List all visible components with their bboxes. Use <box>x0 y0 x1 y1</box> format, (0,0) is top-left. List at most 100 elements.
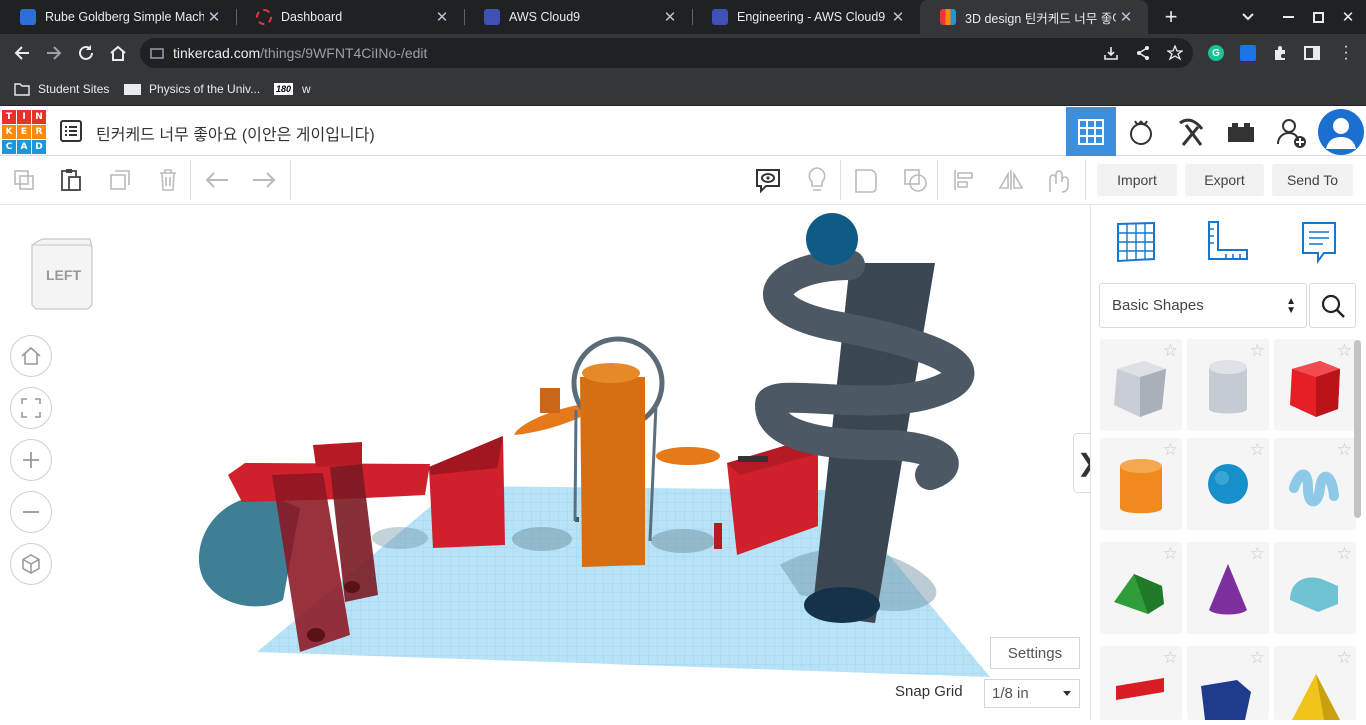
shape-cylinder[interactable]: ☆ <box>1100 438 1182 530</box>
shape-search-button[interactable] <box>1309 283 1356 328</box>
extensions-menu-button[interactable] <box>1265 34 1295 72</box>
invite-user-button[interactable] <box>1266 107 1316 156</box>
duplicate-button[interactable] <box>104 164 136 196</box>
orange-disc-shape[interactable] <box>656 447 720 465</box>
shape-box-hole[interactable]: ☆ <box>1100 339 1182 431</box>
bookmark-w[interactable]: 180 w <box>274 72 311 106</box>
ungroup-button[interactable] <box>899 164 931 196</box>
copy-button[interactable] <box>8 164 40 196</box>
design-title[interactable]: 틴커케드 너무 좋아요 (이안은 게이입니다) <box>96 121 375 145</box>
bookmark-star-icon[interactable] <box>1167 45 1183 61</box>
blue-ball-shape[interactable] <box>806 213 858 265</box>
fit-view-button[interactable] <box>10 387 52 429</box>
browser-tab[interactable]: Engineering - AWS Cloud9 ✕ <box>692 0 920 34</box>
shape-round-roof[interactable]: ☆ <box>1274 542 1356 634</box>
undo-button[interactable] <box>201 164 233 196</box>
shape-half-sphere[interactable]: ☆ <box>1187 646 1269 720</box>
close-window-button[interactable]: ✕ <box>1336 0 1360 34</box>
install-app-icon[interactable] <box>1103 45 1119 61</box>
minecraft-view-button[interactable] <box>1166 107 1216 156</box>
chrome-menu-button[interactable]: · · · <box>1331 34 1361 72</box>
favorite-star-icon[interactable]: ☆ <box>1163 341 1178 361</box>
home-view-button[interactable] <box>10 335 52 377</box>
group-button[interactable] <box>850 164 882 196</box>
restore-button[interactable] <box>1306 0 1330 34</box>
small-red-post[interactable] <box>714 523 722 549</box>
tab-close-icon[interactable]: ✕ <box>204 8 224 26</box>
notes-tool-button[interactable] <box>752 164 784 196</box>
favorite-star-icon[interactable]: ☆ <box>1337 341 1352 361</box>
grammarly-extension[interactable]: G <box>1201 34 1231 72</box>
browser-tab[interactable]: Dashboard ✕ <box>236 0 464 34</box>
side-panel-button[interactable] <box>1297 34 1327 72</box>
zoom-in-button[interactable] <box>10 439 52 481</box>
ruler-tool-button[interactable] <box>1206 219 1250 268</box>
user-avatar-button[interactable] <box>1316 107 1366 156</box>
browser-tab[interactable]: Rube Goldberg Simple Machine ✕ <box>0 0 236 34</box>
panel-scrollbar[interactable] <box>1354 340 1361 518</box>
red-post-top[interactable] <box>313 442 362 467</box>
extension-button[interactable] <box>1233 34 1263 72</box>
favorite-star-icon[interactable]: ☆ <box>1163 440 1178 460</box>
align-button[interactable] <box>948 164 980 196</box>
favorite-star-icon[interactable]: ☆ <box>1337 544 1352 564</box>
shape-pyramid[interactable]: ☆ <box>1274 646 1356 720</box>
cruise-button[interactable] <box>1042 164 1074 196</box>
browser-tab-active[interactable]: 3D design 틴커케드 너무 좋아요 ✕ <box>920 0 1148 34</box>
export-button[interactable]: Export <box>1185 164 1264 196</box>
tinkercad-logo[interactable]: T I N K E R C A D <box>2 110 46 154</box>
forward-button[interactable] <box>39 34 69 72</box>
share-icon[interactable] <box>1135 45 1151 61</box>
favorite-star-icon[interactable]: ☆ <box>1250 648 1265 668</box>
bookmark-student-sites[interactable]: Student Sites <box>14 72 109 106</box>
tab-close-icon[interactable]: ✕ <box>432 8 452 26</box>
codeblocks-view-button[interactable] <box>1116 107 1166 156</box>
shape-cone[interactable]: ☆ <box>1187 542 1269 634</box>
show-all-button[interactable] <box>801 164 833 196</box>
favorite-star-icon[interactable]: ☆ <box>1250 341 1265 361</box>
tab-search-button[interactable] <box>1236 0 1260 34</box>
shape-roof[interactable]: ☆ <box>1100 542 1182 634</box>
bookmark-physics[interactable]: Physics of the Univ... <box>124 72 260 106</box>
tab-close-icon[interactable]: ✕ <box>660 8 680 26</box>
shape-scribble[interactable]: ☆ <box>1274 438 1356 530</box>
notes-tool-panel-button[interactable] <box>1298 219 1342 270</box>
shape-text[interactable]: ☆ <box>1100 646 1182 720</box>
shape-library-select[interactable]: Basic Shapes ▲ ▼ <box>1099 283 1307 328</box>
mirror-button[interactable] <box>995 164 1027 196</box>
paste-button[interactable] <box>55 164 87 196</box>
ortho-view-button[interactable] <box>10 543 52 585</box>
3d-design-view-button[interactable] <box>1066 107 1116 156</box>
import-button[interactable]: Import <box>1097 164 1177 196</box>
redo-button[interactable] <box>248 164 280 196</box>
tab-close-icon[interactable]: ✕ <box>1116 8 1136 26</box>
browser-tab[interactable]: AWS Cloud9 ✕ <box>464 0 692 34</box>
red-beam-shape[interactable] <box>228 463 430 502</box>
favorite-star-icon[interactable]: ☆ <box>1337 648 1352 668</box>
tab-close-icon[interactable]: ✕ <box>888 8 908 26</box>
home-button[interactable] <box>103 34 133 72</box>
zoom-out-button[interactable] <box>10 491 52 533</box>
site-info-icon[interactable] <box>150 46 164 60</box>
shape-cylinder-hole[interactable]: ☆ <box>1187 339 1269 431</box>
view-cube[interactable]: LEFT <box>28 235 96 311</box>
settings-button[interactable]: Settings <box>990 637 1080 669</box>
snap-grid-select[interactable]: 1/8 in <box>984 679 1080 708</box>
workplane-viewport[interactable]: LEFT Settings Snap Grid 1/8 in <box>0 205 1090 720</box>
workplane-scene[interactable] <box>0 205 1090 720</box>
orange-tower-shape[interactable] <box>580 377 645 567</box>
new-tab-button[interactable]: + <box>1156 0 1186 34</box>
back-button[interactable] <box>7 34 37 72</box>
send-to-button[interactable]: Send To <box>1272 164 1353 196</box>
address-bar[interactable]: tinkercad.com/things/9WFNT4CiINo-/edit <box>140 38 1193 68</box>
favorite-star-icon[interactable]: ☆ <box>1250 544 1265 564</box>
shape-sphere[interactable]: ☆ <box>1187 438 1269 530</box>
reload-button[interactable] <box>71 34 101 72</box>
favorite-star-icon[interactable]: ☆ <box>1163 544 1178 564</box>
shape-box[interactable]: ☆ <box>1274 339 1356 431</box>
minimize-button[interactable] <box>1276 0 1300 34</box>
design-list-button[interactable] <box>60 120 82 147</box>
orange-cup-shape[interactable] <box>540 388 560 413</box>
lego-bricks-view-button[interactable] <box>1216 107 1266 156</box>
favorite-star-icon[interactable]: ☆ <box>1337 440 1352 460</box>
